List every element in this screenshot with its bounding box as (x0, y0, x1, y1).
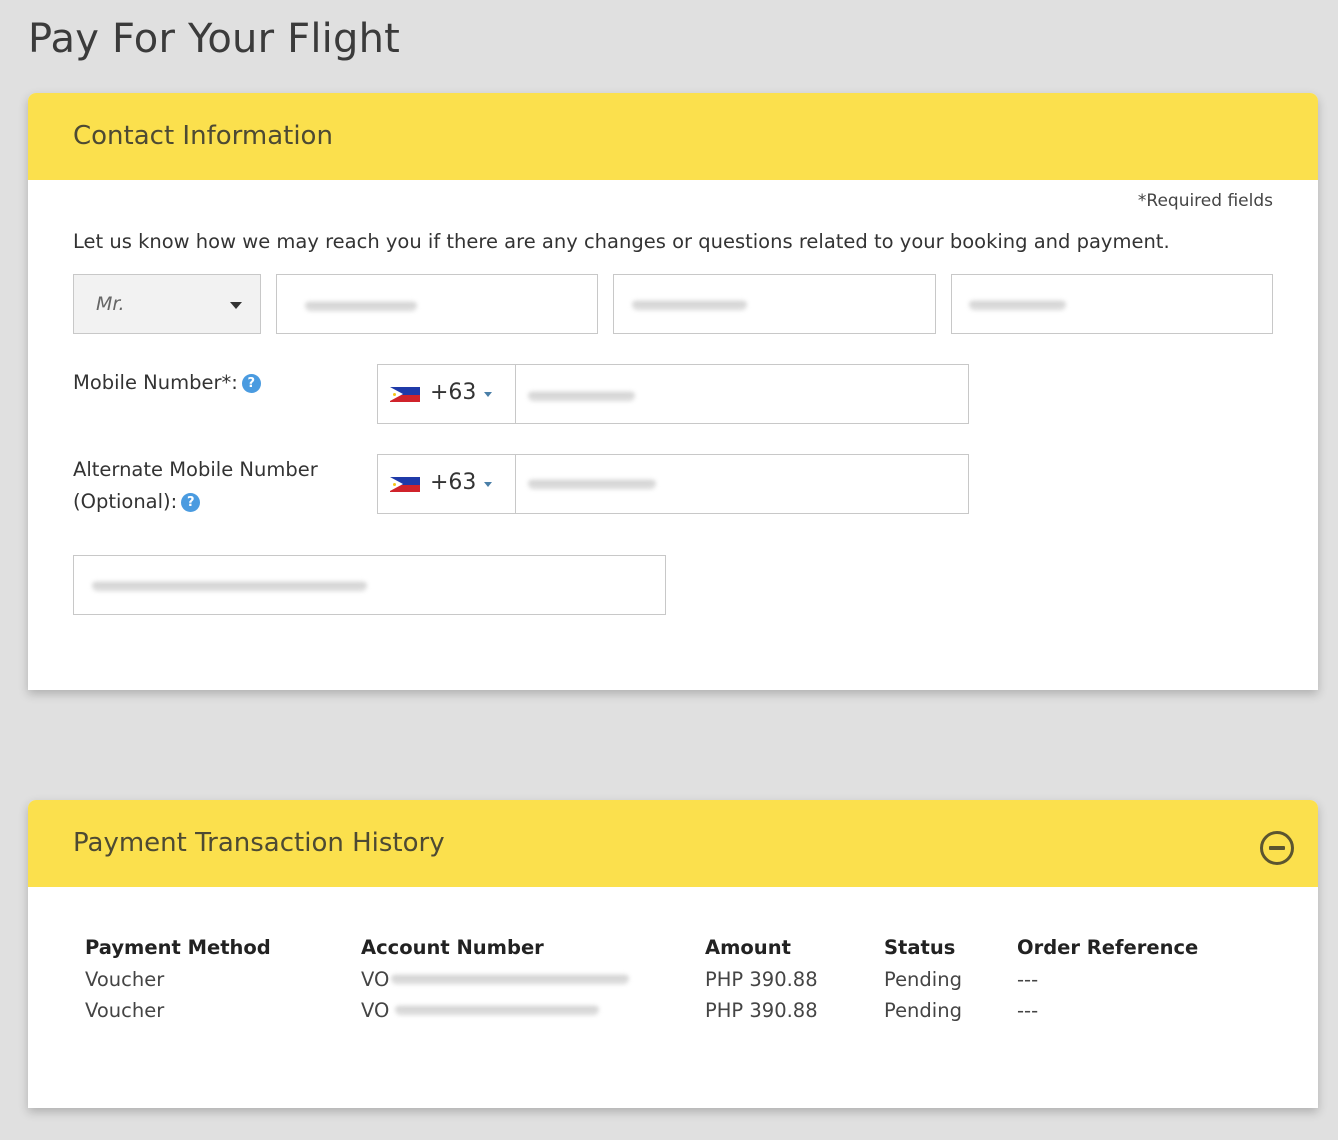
column-header-payment-method: Payment Method (85, 936, 271, 959)
title-select[interactable]: Mr. (73, 274, 261, 334)
philippines-flag-icon (390, 387, 420, 402)
payment-history-table: Payment Method Account Number Amount Sta… (85, 932, 1217, 1026)
chevron-down-icon (484, 482, 492, 487)
redacted-value (969, 300, 1066, 310)
table-header-row: Payment Method Account Number Amount Sta… (85, 932, 1217, 964)
redacted-value (528, 391, 635, 401)
contact-intro-text: Let us know how we may reach you if ther… (73, 230, 1170, 253)
payment-history-card: Payment Transaction History Payment Meth… (28, 800, 1318, 1108)
alternate-mobile-label-line2: (Optional): (73, 490, 178, 513)
title-select-value: Mr. (96, 293, 125, 315)
mobile-number-label-text: Mobile Number*: (73, 371, 238, 394)
help-icon[interactable]: ? (241, 374, 261, 393)
redacted-value (395, 1005, 599, 1015)
middle-name-input[interactable] (613, 274, 936, 334)
history-card-title: Payment Transaction History (73, 828, 445, 858)
country-code-select[interactable]: +63 (378, 455, 516, 513)
contact-information-card: Contact Information *Required fields Let… (28, 93, 1318, 690)
minus-circle-icon[interactable] (1260, 831, 1294, 865)
history-card-header: Payment Transaction History (28, 800, 1318, 887)
contact-card-title: Contact Information (73, 121, 333, 151)
redacted-value (391, 974, 629, 984)
required-fields-note: *Required fields (1137, 191, 1273, 211)
alternate-mobile-label-line1: Alternate Mobile Number (73, 458, 318, 481)
chevron-down-icon (484, 392, 492, 397)
country-code-select[interactable]: +63 (378, 365, 516, 423)
amount-cell: PHP 390.88 (705, 999, 818, 1022)
last-name-input[interactable] (951, 274, 1273, 334)
alternate-mobile-field: +63 (377, 454, 969, 514)
mobile-number-label: Mobile Number*:? (73, 367, 261, 399)
redacted-value (92, 581, 367, 591)
amount-cell: PHP 390.88 (705, 968, 818, 991)
redacted-value (632, 300, 747, 310)
column-header-order-reference: Order Reference (1017, 936, 1199, 959)
column-header-account-number: Account Number (361, 936, 544, 959)
status-cell: Pending (884, 968, 962, 991)
account-number-cell: VO (361, 964, 705, 995)
philippines-flag-icon (390, 477, 420, 492)
alternate-mobile-label: Alternate Mobile Number (Optional):? (73, 454, 318, 518)
table-row: Voucher VO PHP 390.88 Pending --- (85, 964, 1217, 995)
account-number-cell: VO (361, 995, 705, 1026)
redacted-value (305, 301, 417, 311)
chevron-down-icon (230, 302, 242, 309)
payment-method-cell: Voucher (85, 968, 165, 991)
email-input[interactable] (73, 555, 666, 615)
help-icon[interactable]: ? (181, 493, 201, 512)
column-header-amount: Amount (705, 936, 791, 959)
column-header-status: Status (884, 936, 956, 959)
status-cell: Pending (884, 999, 962, 1022)
redacted-value (528, 479, 656, 489)
country-code-value: +63 (430, 380, 477, 405)
contact-card-header: Contact Information (28, 93, 1318, 180)
page-title: Pay For Your Flight (28, 16, 401, 62)
payment-method-cell: Voucher (85, 999, 165, 1022)
mobile-number-field: +63 (377, 364, 969, 424)
account-prefix: VO (361, 999, 390, 1022)
order-reference-cell: --- (1017, 968, 1039, 991)
account-prefix: VO (361, 968, 390, 991)
order-reference-cell: --- (1017, 999, 1039, 1022)
first-name-input[interactable] (276, 274, 598, 334)
table-row: Voucher VO PHP 390.88 Pending --- (85, 995, 1217, 1026)
country-code-value: +63 (430, 470, 477, 495)
